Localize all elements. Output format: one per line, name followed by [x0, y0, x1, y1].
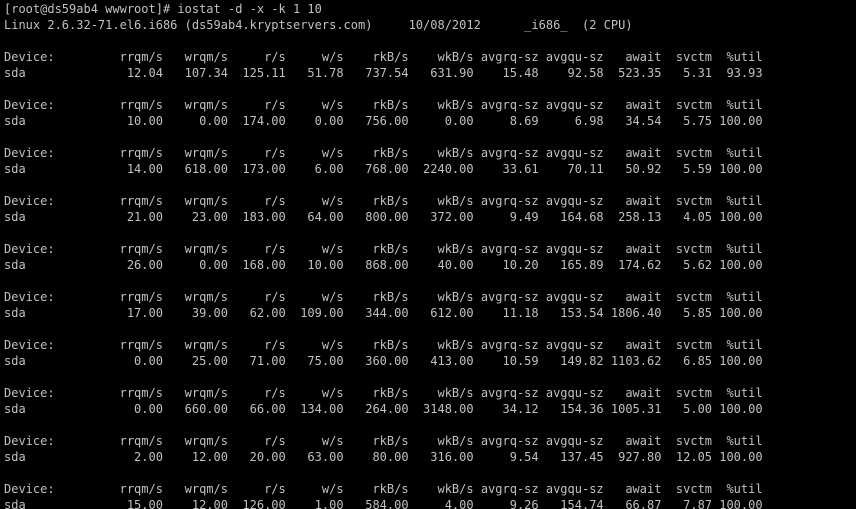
device-stats-row: sda 0.00 660.00 66.00 134.00 264.00 3148… [4, 402, 763, 416]
device-stats-row: sda 14.00 618.00 173.00 6.00 768.00 2240… [4, 162, 763, 176]
column-header-row: Device: rrqm/s wrqm/s r/s w/s rkB/s wkB/… [4, 290, 763, 304]
column-header-row: Device: rrqm/s wrqm/s r/s w/s rkB/s wkB/… [4, 338, 763, 352]
column-header-row: Device: rrqm/s wrqm/s r/s w/s rkB/s wkB/… [4, 146, 763, 160]
terminal-window[interactable]: [root@ds59ab4 wwwroot]# iostat -d -x -k … [0, 0, 856, 509]
column-header-row: Device: rrqm/s wrqm/s r/s w/s rkB/s wkB/… [4, 386, 763, 400]
terminal-output: [root@ds59ab4 wwwroot]# iostat -d -x -k … [0, 1, 856, 509]
device-stats-row: sda 12.04 107.34 125.11 51.78 737.54 631… [4, 66, 763, 80]
device-stats-row: sda 21.00 23.00 183.00 64.00 800.00 372.… [4, 210, 763, 224]
device-stats-row: sda 0.00 25.00 71.00 75.00 360.00 413.00… [4, 354, 763, 368]
column-header-row: Device: rrqm/s wrqm/s r/s w/s rkB/s wkB/… [4, 98, 763, 112]
device-stats-row: sda 17.00 39.00 62.00 109.00 344.00 612.… [4, 306, 763, 320]
column-header-row: Device: rrqm/s wrqm/s r/s w/s rkB/s wkB/… [4, 434, 763, 448]
device-stats-row: sda 26.00 0.00 168.00 10.00 868.00 40.00… [4, 258, 763, 272]
device-stats-row: sda 2.00 12.00 20.00 63.00 80.00 316.00 … [4, 450, 763, 464]
system-info-line: Linux 2.6.32-71.el6.i686 (ds59ab4.krypts… [4, 18, 633, 32]
column-header-row: Device: rrqm/s wrqm/s r/s w/s rkB/s wkB/… [4, 482, 763, 496]
column-header-row: Device: rrqm/s wrqm/s r/s w/s rkB/s wkB/… [4, 194, 763, 208]
device-stats-row: sda 10.00 0.00 174.00 0.00 756.00 0.00 8… [4, 114, 763, 128]
column-header-row: Device: rrqm/s wrqm/s r/s w/s rkB/s wkB/… [4, 242, 763, 256]
column-header-row: Device: rrqm/s wrqm/s r/s w/s rkB/s wkB/… [4, 50, 763, 64]
device-stats-row: sda 15.00 12.00 126.00 1.00 584.00 4.00 … [4, 498, 763, 509]
command-line: [root@ds59ab4 wwwroot]# iostat -d -x -k … [4, 2, 322, 16]
